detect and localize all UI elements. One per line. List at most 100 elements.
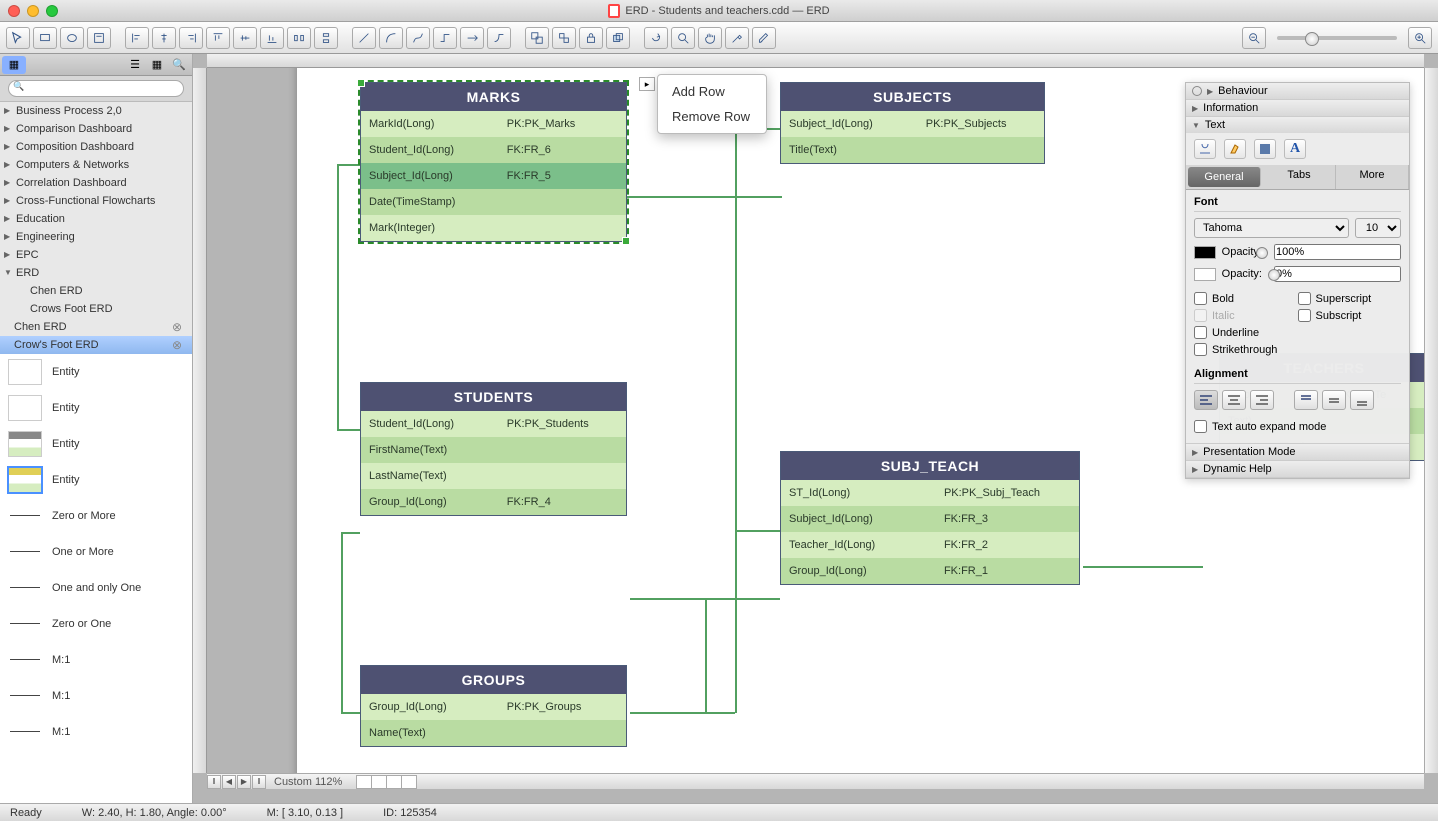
font-size-select[interactable]: 10 [1355,218,1401,238]
tree-item-erd[interactable]: ERD [0,264,192,282]
ellipse-tool[interactable] [60,27,84,49]
line-tool[interactable] [352,27,376,49]
group-tool[interactable] [525,27,549,49]
erd-row[interactable]: Date(TimeStamp) [361,189,626,215]
highlight-icon[interactable] [1224,139,1246,159]
pointer-tool[interactable] [6,27,30,49]
superscript-checkbox[interactable] [1298,292,1311,305]
menu-remove-row[interactable]: Remove Row [658,104,766,129]
curve-tool[interactable] [406,27,430,49]
align-right-tool[interactable] [179,27,203,49]
search-tab-icon[interactable]: 🔍 [170,56,188,74]
connector[interactable] [705,598,707,713]
connector[interactable] [337,429,360,431]
tree-item[interactable]: Comparison Dashboard [0,120,192,138]
tab-general[interactable]: General [1188,167,1261,187]
tree-item[interactable]: Engineering [0,228,192,246]
tree-item[interactable]: Education [0,210,192,228]
color-swatch[interactable] [1194,246,1216,259]
align-bottom-tool[interactable] [260,27,284,49]
zoom-in-button[interactable] [1408,27,1432,49]
scrollbar-vertical[interactable] [1424,68,1438,773]
erd-row[interactable]: Group_Id(Long)FK:FR_1 [781,558,1079,584]
lock-tool[interactable] [579,27,603,49]
align-top-tool[interactable] [206,27,230,49]
erd-row[interactable]: Student_Id(Long)FK:FR_6 [361,137,626,163]
menu-add-row[interactable]: Add Row [658,79,766,104]
section-information[interactable]: ▶Information [1186,100,1409,116]
underline-style-icon[interactable] [1194,139,1216,159]
front-tool[interactable] [606,27,630,49]
library-tab[interactable]: ▦ [2,56,26,74]
stencil-one-and-only-one[interactable]: One and only One [0,570,192,606]
erd-row[interactable]: Group_Id(Long)FK:FR_4 [361,489,626,515]
tree-item[interactable]: Composition Dashboard [0,138,192,156]
page-first-button[interactable]: ‖ [207,775,221,789]
strike-checkbox[interactable] [1194,343,1207,356]
connector-tool[interactable] [433,27,457,49]
erd-table-students[interactable]: STUDENTS Student_Id(Long)PK:PK_Students … [360,382,627,516]
grid-view-icon[interactable]: ▦ [148,56,166,74]
connector[interactable] [630,712,735,714]
page-box[interactable] [371,775,387,789]
fill-box-icon[interactable] [1254,139,1276,159]
page-box[interactable] [356,775,372,789]
erd-row[interactable]: LastName(Text) [361,463,626,489]
distribute-v-tool[interactable] [314,27,338,49]
stencil-m1[interactable]: M:1 [0,642,192,678]
erd-row[interactable]: Teacher_Id(Long)FK:FR_2 [781,532,1079,558]
erd-table-subj-teach[interactable]: SUBJ_TEACH ST_Id(Long)PK:PK_Subj_Teach S… [780,451,1080,585]
erd-row[interactable]: Title(Text) [781,137,1044,163]
smart-tag-button[interactable]: ▸ [639,77,655,91]
tree-item[interactable]: Business Process 2,0 [0,102,192,120]
align-right-button[interactable] [1250,390,1274,410]
font-select[interactable]: Tahoma [1194,218,1349,238]
stencil-one-or-more[interactable]: One or More [0,534,192,570]
text-tool[interactable] [87,27,111,49]
stencil-m1[interactable]: M:1 [0,678,192,714]
section-text[interactable]: ▼Text [1186,117,1409,133]
erd-row[interactable]: ST_Id(Long)PK:PK_Subj_Teach [781,480,1079,506]
tab-tabs[interactable]: Tabs [1263,165,1336,189]
zoom-level[interactable]: Custom 112% [266,776,350,788]
auto-expand-checkbox[interactable] [1194,420,1207,433]
erd-row[interactable]: Subject_Id(Long)FK:FR_3 [781,506,1079,532]
align-center-button[interactable] [1222,390,1246,410]
bold-checkbox[interactable] [1194,292,1207,305]
stencil-entity[interactable]: Entity [0,426,192,462]
connector[interactable] [341,532,343,712]
page-box[interactable] [401,775,417,789]
erd-row[interactable]: Subject_Id(Long)PK:PK_Subjects [781,111,1044,137]
erd-table-marks[interactable]: MARKS MarkId(Long)PK:PK_Marks Student_Id… [360,82,627,242]
rotate-tool[interactable] [644,27,668,49]
round-connector-tool[interactable] [487,27,511,49]
connector[interactable] [341,712,360,714]
stencil-entity[interactable]: Entity [0,462,192,498]
erd-row[interactable]: MarkId(Long)PK:PK_Marks [361,111,626,137]
list-view-icon[interactable]: ☰ [126,56,144,74]
rectangle-tool[interactable] [33,27,57,49]
section-dynamic-help[interactable]: ▶Dynamic Help [1186,461,1409,477]
align-center-tool[interactable] [152,27,176,49]
stencil-entity[interactable]: Entity [0,390,192,426]
erd-row[interactable]: Name(Text) [361,720,626,746]
page-next-button[interactable]: ▶ [237,775,251,789]
connector[interactable] [337,164,339,429]
page-last-button[interactable]: ‖ [252,775,266,789]
ungroup-tool[interactable] [552,27,576,49]
canvas-viewport[interactable]: MARKS MarkId(Long)PK:PK_Marks Student_Id… [207,68,1424,773]
pan-tool[interactable] [698,27,722,49]
section-behaviour[interactable]: ▶Behaviour [1186,83,1409,99]
erd-row[interactable]: Student_Id(Long)PK:PK_Students [361,411,626,437]
align-left-tool[interactable] [125,27,149,49]
connector[interactable] [630,598,705,600]
tree-item[interactable]: Correlation Dashboard [0,174,192,192]
erd-row[interactable]: Subject_Id(Long)FK:FR_5 [361,163,626,189]
close-icon[interactable]: ⊗ [172,320,182,334]
font-style-icon[interactable]: A [1284,139,1306,159]
library-tab-chen[interactable]: Chen ERD⊗ [0,318,192,336]
zoom-out-button[interactable] [1242,27,1266,49]
zoom-slider[interactable] [1277,36,1397,40]
page-box[interactable] [386,775,402,789]
align-left-button[interactable] [1194,390,1218,410]
